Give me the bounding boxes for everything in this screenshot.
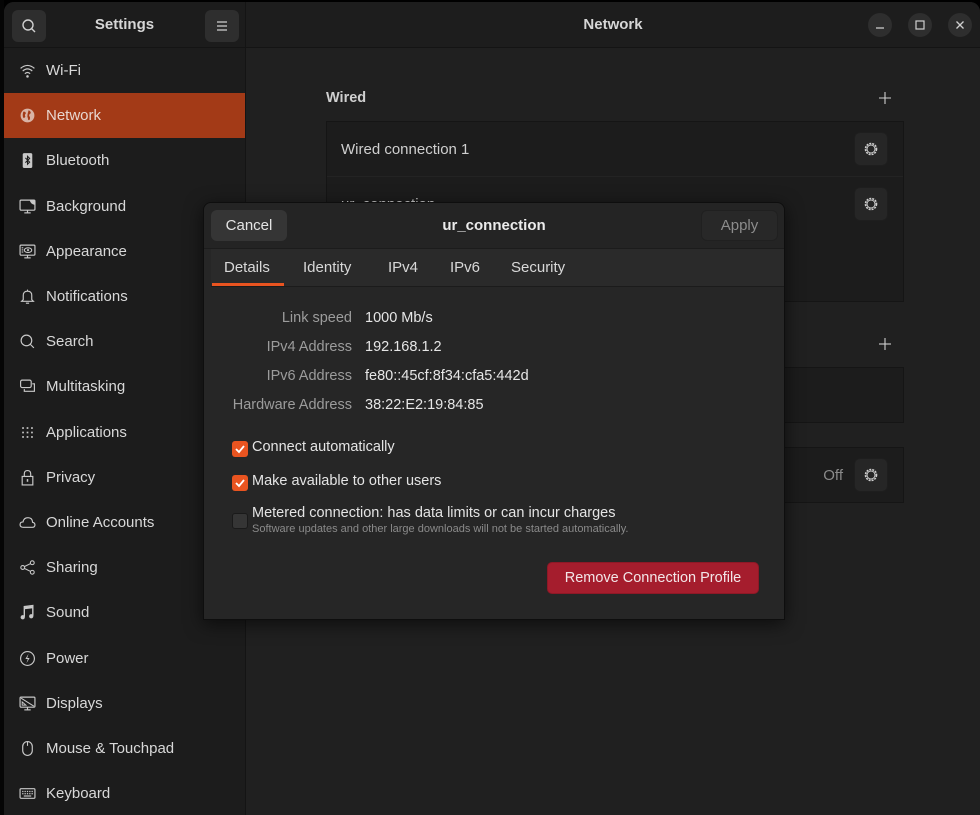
proxy-settings-button[interactable] (854, 458, 888, 492)
connection-dialog: Cancel ur_connection Apply Details Ident… (203, 202, 785, 620)
wired-section-title: Wired (326, 90, 367, 106)
connect-automatically-label[interactable]: Connect automatically (252, 439, 395, 455)
sidebar-item-label: Appearance (46, 242, 127, 260)
ipv6-address-value: fe80::45cf:8f34:cfa5:442d (365, 368, 529, 384)
connect-automatically-checkbox[interactable] (232, 441, 248, 457)
close-icon (956, 21, 964, 29)
sidebar-item-label: Notifications (46, 288, 128, 306)
proxy-status: Off (823, 467, 843, 484)
gear-icon (864, 142, 878, 156)
link-speed-label: Link speed (281, 310, 352, 326)
globe-icon (18, 107, 36, 125)
checkmark-icon (235, 445, 245, 454)
sidebar-item-label: Mouse & Touchpad (46, 739, 175, 757)
sidebar-item-label: Sharing (46, 559, 98, 577)
share-icon (18, 559, 36, 577)
tab-ipv4[interactable]: IPv4 (388, 259, 418, 276)
music-note-icon (18, 604, 36, 622)
hamburger-menu-icon (217, 21, 227, 31)
ipv4-address-label: IPv4 Address (266, 339, 352, 355)
available-to-others-checkbox[interactable] (232, 475, 248, 491)
metered-connection-label[interactable]: Metered connection: has data limits or c… (252, 505, 616, 521)
remove-connection-button[interactable]: Remove Connection Profile (547, 562, 759, 594)
plus-icon (879, 92, 891, 104)
bluetooth-icon (18, 152, 36, 170)
appearance-icon (18, 242, 36, 260)
dialog-header: Cancel ur_connection Apply (204, 203, 784, 249)
main-menu-button[interactable] (205, 10, 239, 42)
sidebar-item-label: Bluetooth (46, 152, 110, 170)
connection-name: Wired connection 1 (341, 140, 470, 158)
tab-identity[interactable]: Identity (303, 259, 351, 276)
sidebar-item-label: Multitasking (46, 378, 126, 396)
sidebar-item-bluetooth[interactable]: Bluetooth (4, 138, 245, 183)
minimize-button[interactable] (868, 13, 892, 37)
dialog-title: ur_connection (442, 217, 546, 234)
sidebar-item-mouse-touchpad[interactable]: Mouse & Touchpad (4, 726, 245, 771)
sidebar-item-label: Online Accounts (46, 513, 155, 531)
cloud-icon (18, 513, 36, 531)
sidebar-item-label: Wi-Fi (46, 62, 81, 80)
sidebar-item-power[interactable]: Power (4, 635, 245, 680)
sidebar-item-label: Search (46, 333, 94, 351)
sidebar-item-network[interactable]: Network (4, 93, 245, 139)
ipv6-address-label: IPv6 Address (266, 368, 352, 384)
sidebar-item-label: Power (46, 649, 89, 667)
sidebar-item-keyboard[interactable]: Keyboard (4, 771, 245, 815)
keyboard-icon (18, 785, 36, 803)
search-icon (18, 333, 36, 351)
sidebar-item-label: Sound (46, 604, 90, 622)
multitasking-icon (18, 378, 36, 396)
tab-details[interactable]: Details (224, 259, 270, 276)
available-to-others-label[interactable]: Make available to other users (252, 473, 441, 489)
minimize-icon (876, 27, 884, 29)
maximize-button[interactable] (908, 13, 932, 37)
close-button[interactable] (948, 13, 972, 37)
add-vpn-button[interactable] (875, 334, 895, 354)
gear-icon (864, 468, 878, 482)
active-tab-indicator (212, 283, 284, 286)
connection-settings-button[interactable] (854, 132, 888, 166)
connection-settings-button[interactable] (854, 187, 888, 221)
checkmark-icon (235, 479, 245, 488)
bell-icon (18, 288, 36, 306)
grid-icon (18, 423, 36, 441)
gear-icon (864, 197, 878, 211)
ipv4-address-value: 192.168.1.2 (365, 339, 442, 355)
tab-ipv6[interactable]: IPv6 (450, 259, 480, 276)
sidebar-item-label: Network (46, 107, 102, 125)
lock-icon (18, 468, 36, 486)
power-icon (18, 649, 36, 667)
apply-button[interactable]: Apply (701, 210, 778, 241)
display-icon (18, 694, 36, 712)
sidebar-header: Settings (4, 2, 245, 48)
sidebar-item-displays[interactable]: Displays (4, 681, 245, 726)
sidebar-item-label: Background (46, 197, 127, 215)
sidebar-item-label: Displays (46, 694, 103, 712)
maximize-icon (915, 20, 925, 30)
tab-security[interactable]: Security (511, 259, 565, 276)
connection-row[interactable]: Wired connection 1 (327, 122, 903, 177)
mouse-icon (18, 739, 36, 757)
sidebar-item-wifi[interactable]: Wi-Fi (4, 48, 245, 93)
metered-connection-checkbox[interactable] (232, 513, 248, 529)
sidebar-item-label: Applications (46, 423, 127, 441)
dialog-tabs: Details Identity IPv4 IPv6 Security (211, 249, 784, 287)
hardware-address-label: Hardware Address (232, 397, 352, 413)
link-speed-value: 1000 Mb/s (365, 310, 433, 326)
metered-connection-description: Software updates and other large downloa… (252, 523, 629, 535)
sidebar-item-label: Privacy (46, 468, 96, 486)
plus-icon (879, 338, 891, 350)
hardware-address-value: 38:22:E2:19:84:85 (365, 397, 484, 413)
sidebar-item-label: Keyboard (46, 785, 111, 803)
main-header: Network (246, 2, 980, 48)
wifi-icon (18, 62, 36, 80)
background-icon (18, 197, 36, 215)
add-wired-button[interactable] (875, 88, 895, 108)
